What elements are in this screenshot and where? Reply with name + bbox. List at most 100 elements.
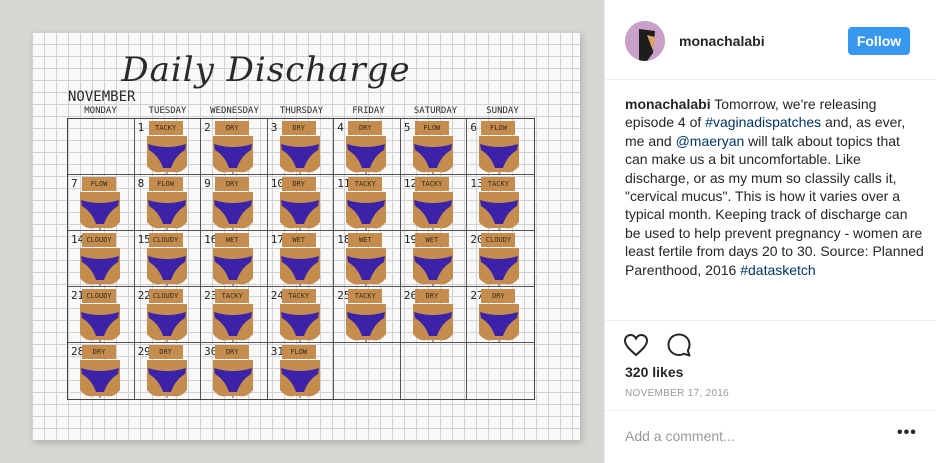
post-header: monachalabi Follow bbox=[605, 0, 936, 80]
discharge-label: DRY bbox=[215, 121, 250, 135]
caption-link[interactable]: @maeryan bbox=[676, 133, 745, 149]
comment-icon[interactable] bbox=[666, 332, 692, 358]
add-comment-input[interactable]: Add a comment... bbox=[625, 428, 735, 444]
underwear-illustration bbox=[213, 304, 254, 342]
underwear-illustration bbox=[412, 136, 453, 174]
calendar-day: 12 TACKY bbox=[400, 175, 468, 231]
calendar-title: Daily Discharge bbox=[121, 50, 411, 90]
discharge-label: CLOUDY bbox=[148, 233, 183, 247]
calendar-day: 15 CLOUDY bbox=[134, 231, 202, 287]
discharge-label: TACKY bbox=[148, 121, 183, 135]
calendar-day: 29 DRY bbox=[135, 343, 202, 399]
underwear-illustration bbox=[346, 192, 387, 230]
discharge-label: CLOUDY bbox=[82, 289, 116, 303]
weekday-header: MONDAY bbox=[84, 106, 117, 116]
underwear-illustration bbox=[213, 360, 254, 398]
calendar-day-empty bbox=[68, 119, 135, 175]
discharge-label: CLOUDY bbox=[148, 289, 183, 303]
day-number: 3 bbox=[270, 121, 278, 134]
calendar-day: 17 WET bbox=[267, 231, 335, 287]
more-options-icon[interactable]: ••• bbox=[897, 424, 917, 442]
underwear-illustration bbox=[479, 304, 520, 342]
underwear-illustration bbox=[479, 248, 520, 286]
calendar-day: 16 WET bbox=[201, 231, 268, 287]
calendar-day: 8 FLOW bbox=[134, 175, 202, 231]
calendar-day: 21 CLOUDY bbox=[68, 287, 135, 343]
calendar-day: 14 CLOUDY bbox=[68, 231, 135, 287]
day-number: 4 bbox=[337, 121, 344, 134]
calendar-day: 11 TACKY bbox=[334, 175, 401, 231]
underwear-illustration bbox=[80, 360, 120, 398]
discharge-label: FLOW bbox=[414, 121, 449, 135]
underwear-illustration bbox=[279, 248, 320, 286]
calendar-grid: 1 TACKY 2 DRY 3 DRY 4 DRY 5 FLOW 6 FLOW 7 FLOW 8 FLOW 9 D… bbox=[67, 118, 535, 400]
underwear-illustration bbox=[146, 192, 187, 230]
discharge-label: DRY bbox=[281, 177, 316, 191]
likes-count[interactable]: 320 likes bbox=[625, 364, 683, 380]
calendar-day: 24 TACKY bbox=[267, 287, 335, 343]
heart-icon[interactable] bbox=[623, 333, 649, 357]
calendar-day: 18 WET bbox=[334, 231, 401, 287]
underwear-illustration bbox=[412, 192, 453, 230]
discharge-label: WET bbox=[215, 233, 250, 247]
discharge-label: TACKY bbox=[481, 177, 516, 191]
underwear-illustration bbox=[479, 192, 520, 230]
underwear-illustration bbox=[146, 248, 187, 286]
weekday-header: FRIDAY bbox=[352, 106, 385, 116]
discharge-label: DRY bbox=[215, 345, 250, 359]
post-date[interactable]: NOVEMBER 17, 2016 bbox=[625, 388, 729, 399]
discharge-label: DRY bbox=[414, 289, 449, 303]
underwear-illustration bbox=[80, 304, 120, 342]
discharge-label: DRY bbox=[82, 345, 116, 359]
discharge-label: WET bbox=[414, 233, 449, 247]
follow-button[interactable]: Follow bbox=[848, 27, 910, 55]
calendar-day: 2 DRY bbox=[201, 119, 268, 175]
underwear-illustration bbox=[346, 304, 387, 342]
underwear-illustration bbox=[80, 248, 120, 286]
avatar[interactable] bbox=[625, 21, 665, 61]
underwear-illustration bbox=[279, 360, 320, 398]
underwear-illustration bbox=[412, 304, 453, 342]
calendar-day: 28 DRY bbox=[68, 343, 135, 399]
underwear-illustration bbox=[346, 248, 387, 286]
avatar-image bbox=[625, 21, 665, 61]
calendar-day: 23 TACKY bbox=[201, 287, 268, 343]
weekday-header: SATURDAY bbox=[413, 106, 458, 116]
discharge-label: DRY bbox=[481, 289, 516, 303]
caption-username[interactable]: monachalabi bbox=[625, 96, 711, 112]
discharge-label: DRY bbox=[281, 121, 316, 135]
underwear-illustration bbox=[146, 360, 187, 398]
weekday-header: TUESDAY bbox=[148, 106, 187, 116]
calendar-day: 22 CLOUDY bbox=[134, 287, 202, 343]
post-caption: monachalabi Tomorrow, we're releasing ep… bbox=[625, 95, 925, 279]
post-sidebar: monachalabi Follow monachalabi Tomorrow,… bbox=[604, 0, 936, 463]
discharge-label: FLOW bbox=[148, 177, 183, 191]
calendar-day: 1 TACKY bbox=[134, 119, 202, 175]
calendar-day-empty bbox=[467, 343, 534, 399]
underwear-illustration bbox=[279, 136, 320, 174]
caption-text: will talk about topics that can make us … bbox=[625, 132, 924, 278]
calendar-day-empty bbox=[334, 343, 401, 399]
calendar-day: 7 FLOW bbox=[68, 175, 135, 231]
calendar-day: 31 FLOW bbox=[268, 343, 335, 399]
underwear-illustration bbox=[213, 192, 254, 230]
underwear-illustration bbox=[213, 248, 254, 286]
underwear-illustration bbox=[279, 304, 320, 342]
calendar-day: 20 CLOUDY bbox=[467, 231, 534, 287]
day-number: 8 bbox=[137, 177, 145, 190]
post-photo[interactable]: Daily Discharge NOVEMBER MONDAY TUESDAY WE… bbox=[0, 0, 604, 463]
day-number: 7 bbox=[71, 177, 78, 190]
discharge-label: DRY bbox=[348, 121, 383, 135]
discharge-label: TACKY bbox=[348, 177, 383, 191]
underwear-illustration bbox=[146, 304, 187, 342]
calendar-day-empty bbox=[401, 343, 468, 399]
underwear-illustration bbox=[279, 192, 320, 230]
underwear-illustration bbox=[346, 136, 387, 174]
weekday-header: WEDNESDAY bbox=[210, 106, 259, 116]
add-comment-bar: Add a comment... ••• bbox=[605, 410, 936, 463]
caption-link[interactable]: #vaginadispatches bbox=[705, 114, 821, 130]
discharge-label: FLOW bbox=[481, 121, 516, 135]
calendar-day: 4 DRY bbox=[334, 119, 401, 175]
username[interactable]: monachalabi bbox=[679, 33, 765, 49]
caption-link[interactable]: #datasketch bbox=[740, 262, 816, 278]
